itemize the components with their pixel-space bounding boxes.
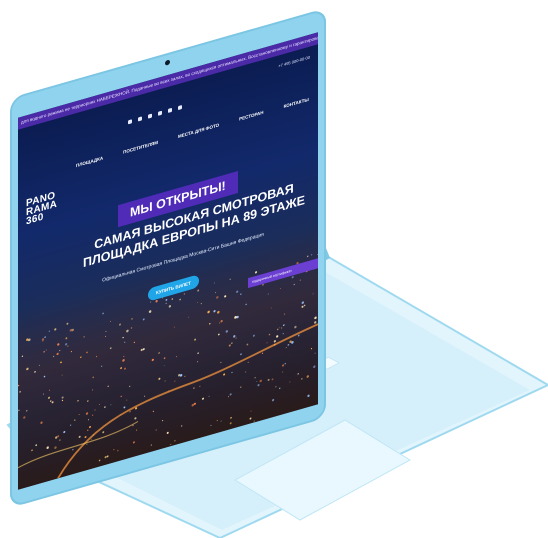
phone-number[interactable]: +7 495 000-00-00 <box>278 55 310 69</box>
main-nav: ПЛОЩАДКА ПОСЕТИТЕЛЯМ МЕСТА ДЛЯ ФОТО РЕСТ… <box>76 97 309 168</box>
nav-item-contacts[interactable]: КОНТАКТЫ <box>284 97 309 109</box>
facebook-icon[interactable] <box>148 113 152 119</box>
nav-item-photo-spots[interactable]: МЕСТА ДЛЯ ФОТО <box>178 122 219 139</box>
nav-item-visitors[interactable]: ПОСЕТИТЕЛЯМ <box>123 140 158 155</box>
tripadvisor-icon[interactable] <box>178 104 182 111</box>
website-screen: для водного режима не терриориях НАБЕРЕЖ… <box>18 32 318 490</box>
youtube-icon[interactable] <box>158 110 162 116</box>
panorama-360-logo[interactable]: PANO RAMA 360 <box>26 190 57 227</box>
telegram-icon[interactable] <box>168 107 172 113</box>
vk-icon[interactable] <box>128 119 132 125</box>
instagram-icon[interactable] <box>138 116 142 122</box>
nav-item-restaurant[interactable]: РЕСТОРАН <box>239 110 263 122</box>
webcam-icon <box>165 59 170 66</box>
social-icons <box>128 104 182 125</box>
nav-item-ploshchadka[interactable]: ПЛОЩАДКА <box>76 155 103 168</box>
